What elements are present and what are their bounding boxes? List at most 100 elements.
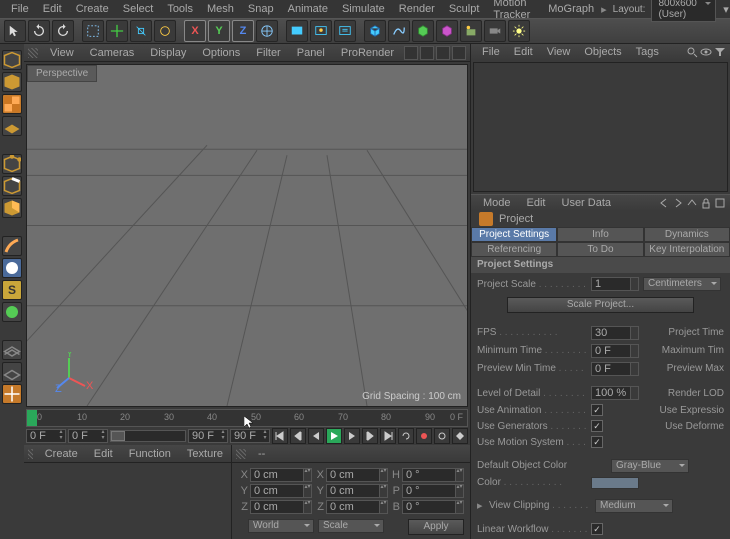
next-frame-icon[interactable]	[344, 428, 360, 444]
goto-end-icon[interactable]	[380, 428, 396, 444]
vmenu-options[interactable]: Options	[194, 45, 248, 61]
grip-icon[interactable]	[236, 449, 246, 459]
apply-button[interactable]: Apply	[408, 519, 464, 535]
use-motion-checkbox[interactable]	[591, 436, 603, 448]
menu-tools[interactable]: Tools	[160, 1, 200, 17]
use-generators-checkbox[interactable]	[591, 420, 603, 432]
x-size-field[interactable]: 0 cm▴▾	[326, 468, 388, 482]
tab-referencing[interactable]: Referencing	[471, 242, 557, 257]
obj-file[interactable]: File	[475, 44, 507, 60]
vmenu-filter[interactable]: Filter	[248, 45, 288, 61]
record-icon[interactable]	[416, 428, 432, 444]
h-field[interactable]: 0 °▴▾	[402, 468, 464, 482]
tab-todo[interactable]: To Do	[557, 242, 643, 257]
vmenu-view[interactable]: View	[42, 45, 82, 61]
viewport-solo-icon[interactable]	[2, 258, 22, 278]
viewport-nav1-icon[interactable]	[404, 46, 418, 60]
grip-icon[interactable]	[28, 48, 38, 58]
end-frame-field[interactable]: 90 F▴▾	[188, 429, 228, 443]
prev-frame-icon[interactable]	[308, 428, 324, 444]
axis-center-icon[interactable]	[2, 384, 22, 404]
loop-icon[interactable]	[398, 428, 414, 444]
obj-edit[interactable]: Edit	[507, 44, 540, 60]
menu-edit[interactable]: Edit	[36, 1, 69, 17]
x-pos-field[interactable]: 0 cm▴▾	[250, 468, 312, 482]
obj-view[interactable]: View	[540, 44, 578, 60]
vmenu-panel[interactable]: Panel	[289, 45, 333, 61]
object-manager[interactable]	[471, 60, 730, 194]
deformer-icon[interactable]	[436, 20, 458, 42]
color-swatch[interactable]	[591, 477, 639, 489]
viewport-nav3-icon[interactable]	[436, 46, 450, 60]
generator-icon[interactable]	[412, 20, 434, 42]
menu-sculpt[interactable]: Sculpt	[442, 1, 487, 17]
locked-workplane-icon[interactable]	[2, 340, 22, 360]
timeline-ruler[interactable]: 0 10 20 30 40 50 60 70 80 90 0 F	[26, 409, 468, 427]
menu-animate[interactable]: Animate	[281, 1, 335, 17]
perspective-viewport[interactable]: Perspective Y X	[26, 64, 468, 407]
z-size-field[interactable]: 0 cm▴▾	[326, 500, 388, 514]
coord-mode-dropdown[interactable]: Scale	[318, 519, 384, 533]
new-window-icon[interactable]	[714, 197, 726, 209]
menu-mograph[interactable]: MoGraph	[541, 1, 601, 17]
current-frame-field[interactable]: 0 F▴▾	[68, 429, 108, 443]
play-icon[interactable]	[326, 428, 342, 444]
timeline-playhead[interactable]	[27, 410, 37, 426]
menu-snap[interactable]: Snap	[241, 1, 281, 17]
coord-space-dropdown[interactable]: World	[248, 519, 314, 533]
view-clipping-dropdown[interactable]: Medium	[595, 499, 673, 513]
workplane-icon[interactable]	[2, 116, 22, 136]
tab-key-interpolation[interactable]: Key Interpolation	[644, 242, 730, 257]
mat-function[interactable]: Function	[121, 446, 179, 462]
viewport-nav2-icon[interactable]	[420, 46, 434, 60]
vmenu-display[interactable]: Display	[142, 45, 194, 61]
grip-icon[interactable]	[28, 449, 33, 459]
mat-texture[interactable]: Texture	[179, 446, 231, 462]
axis-z-icon[interactable]: Z	[232, 20, 254, 42]
workplane-snap-icon[interactable]	[2, 302, 22, 322]
scale-project-button[interactable]: Scale Project...	[507, 297, 694, 313]
obj-objects[interactable]: Objects	[577, 44, 628, 60]
nav-up-icon[interactable]	[686, 197, 698, 209]
nav-fwd-icon[interactable]	[672, 197, 684, 209]
goto-start-icon[interactable]	[272, 428, 288, 444]
b-field[interactable]: 0 °▴▾	[402, 500, 464, 514]
project-scale-field[interactable]: 1	[591, 277, 639, 291]
attr-userdata[interactable]: User Data	[554, 195, 620, 211]
make-editable-icon[interactable]	[2, 50, 22, 70]
select-tool-icon[interactable]	[82, 20, 104, 42]
redo-icon[interactable]	[52, 20, 74, 42]
preview-min-field[interactable]: 0 F	[591, 362, 639, 376]
obj-tags[interactable]: Tags	[629, 44, 666, 60]
min-time-field[interactable]: 0 F	[591, 344, 639, 358]
y-size-field[interactable]: 0 cm▴▾	[326, 484, 388, 498]
layout-expand-icon[interactable]: ▾	[722, 2, 730, 16]
scale-tool-icon[interactable]	[130, 20, 152, 42]
filter-icon[interactable]	[714, 46, 726, 58]
vmenu-prorender[interactable]: ProRender	[333, 45, 402, 61]
y-pos-field[interactable]: 0 cm▴▾	[250, 484, 312, 498]
eye-icon[interactable]	[700, 46, 712, 58]
light-icon[interactable]	[508, 20, 530, 42]
tab-dynamics[interactable]: Dynamics	[644, 227, 730, 242]
cursor-tool-icon[interactable]	[4, 20, 26, 42]
render-view-icon[interactable]	[286, 20, 308, 42]
environment-icon[interactable]	[460, 20, 482, 42]
tab-project-settings[interactable]: Project Settings	[471, 227, 557, 242]
attr-edit[interactable]: Edit	[519, 195, 554, 211]
autokey-icon[interactable]	[434, 428, 450, 444]
cube-primitive-icon[interactable]	[364, 20, 386, 42]
use-animation-checkbox[interactable]	[591, 404, 603, 416]
attr-mode[interactable]: Mode	[475, 195, 519, 211]
camera-icon[interactable]	[484, 20, 506, 42]
keyframe-sel-icon[interactable]	[452, 428, 468, 444]
tab-info[interactable]: Info	[557, 227, 643, 242]
planar-workplane-icon[interactable]	[2, 362, 22, 382]
lock-icon[interactable]	[700, 197, 712, 209]
length-frame-field[interactable]: 90 F▴▾	[230, 429, 270, 443]
timeline-range-slider[interactable]	[110, 430, 186, 442]
edges-mode-icon[interactable]	[2, 176, 22, 196]
tweak-icon[interactable]	[2, 236, 22, 256]
viewport-nav4-icon[interactable]	[452, 46, 466, 60]
spline-icon[interactable]	[388, 20, 410, 42]
